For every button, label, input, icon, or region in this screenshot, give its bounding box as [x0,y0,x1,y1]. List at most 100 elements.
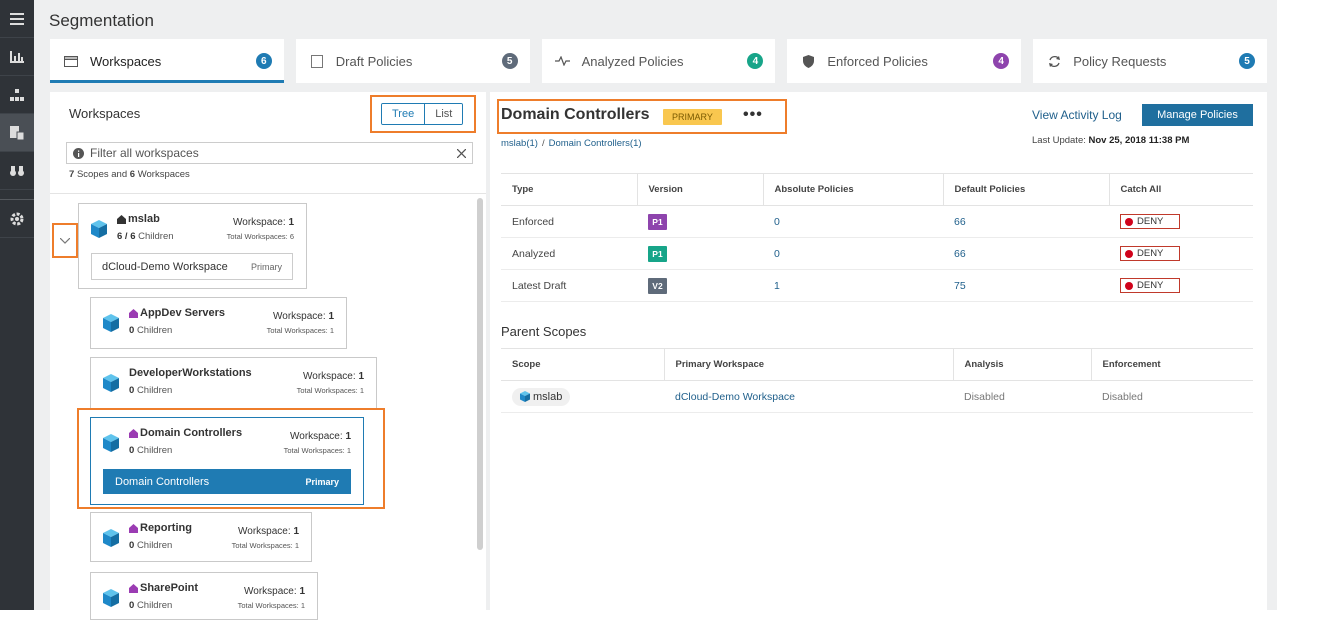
count-badge: 5 [501,53,518,69]
parent-scopes-table: Scope Primary Workspace Analysis Enforce… [501,348,1253,413]
version-cell: V2 [637,269,763,302]
breadcrumb: mslab(1) / Domain Controllers(1) [501,138,642,149]
home-icon [129,583,138,593]
table-row: Latest Draft V2 1 75 DENY [501,269,1253,302]
enforcement-cell: Disabled [1091,380,1253,413]
scope-card-developer-workstations[interactable]: DeveloperWorkstations 0 Children Workspa… [90,357,377,409]
count-badge: 4 [993,53,1010,69]
total-workspaces: Total Workspaces: 1 [231,541,299,550]
absolute-policies-link[interactable]: 1 [763,269,943,302]
scope-cell: mslab [501,380,664,413]
scope-counts: 7 Scopes and 6 Workspaces [69,169,190,180]
right-gutter [1277,0,1336,610]
scope-card-mslab[interactable]: mslab 6 / 6 Children Workspace: 1 Total … [78,203,307,289]
deny-badge: DENY [1120,214,1180,229]
children-count: 0 Children [129,600,173,611]
version-badge[interactable]: P1 [648,213,667,230]
cube-icon [103,529,119,552]
scope-card-appdev-servers[interactable]: AppDev Servers 0 Children Workspace: 1 T… [90,297,347,349]
workspace-count: Workspace: 1 [233,217,294,228]
manage-policies-button[interactable]: Manage Policies [1142,104,1253,126]
draft-icon [308,53,326,69]
absolute-policies-link[interactable]: 0 [763,205,943,238]
table-header: Scope Primary Workspace Analysis Enforce… [501,348,1253,381]
tab-workspaces[interactable]: Workspaces 6 [50,39,284,83]
filter-placeholder: Filter all workspaces [90,146,199,160]
column-header: Default Policies [942,173,1109,206]
column-header: Version [636,173,763,206]
workspace-count: Workspace: 1 [273,311,334,322]
count-badge: 5 [1238,53,1255,69]
default-policies-link[interactable]: 66 [943,237,1109,270]
left-nav [0,0,34,610]
app-area: Segmentation Workspaces 6 Draft Policies… [34,0,1277,620]
column-header: Catch All [1108,173,1253,206]
workspace-detail-panel: Domain Controllers PRIMARY ••• mslab(1) /… [490,92,1267,610]
cube-icon [520,391,530,402]
tab-label: Workspaces [90,53,162,69]
type-cell: Analyzed [501,237,637,270]
menu-icon[interactable] [0,0,34,38]
policy-icon[interactable] [0,114,34,152]
scrollbar[interactable] [477,198,483,550]
info-icon [73,147,84,159]
highlight-box [497,99,787,134]
workspace-count: Workspace: 1 [238,526,299,537]
close-icon[interactable] [457,148,466,158]
total-workspaces: Total Workspaces: 1 [237,601,305,610]
column-header: Scope [501,348,664,381]
analysis-cell: Disabled [953,380,1091,413]
total-workspaces: Total Workspaces: 6 [226,232,294,241]
workspace-count: Workspace: 1 [244,586,305,597]
tab-enforced-policies[interactable]: Enforced Policies 4 [787,39,1022,83]
default-policies-link[interactable]: 66 [943,205,1109,238]
default-policies-link[interactable]: 75 [943,269,1109,302]
catch-all-cell: DENY [1109,269,1253,302]
filter-input[interactable]: Filter all workspaces [66,142,473,164]
cube-icon [103,374,119,397]
breadcrumb-link[interactable]: mslab(1) [501,138,538,149]
home-icon [129,523,138,533]
home-icon [117,214,126,224]
children-count: 0 Children [129,540,173,551]
tab-analyzed-policies[interactable]: Analyzed Policies 4 [541,39,776,83]
table-row: Enforced P1 0 66 DENY [501,205,1253,238]
divider [50,193,486,194]
red-dot-icon [1125,217,1133,226]
highlight-box [77,408,385,509]
workspace-item[interactable]: dCloud-Demo Workspace Primary [91,253,293,280]
workspace-count: Workspace: 1 [303,371,364,382]
absolute-policies-link[interactable]: 0 [763,237,943,270]
tab-draft-policies[interactable]: Draft Policies 5 [295,39,530,83]
primary-workspace-link[interactable]: dCloud-Demo Workspace [664,380,953,413]
table-row: mslab dCloud-Demo Workspace Disabled Dis… [501,380,1253,413]
scope-name: mslab [117,213,160,225]
deny-badge: DENY [1120,278,1180,293]
red-dot-icon [1125,281,1133,290]
page-title: Segmentation [49,11,154,30]
home-icon [129,308,138,318]
version-cell: P1 [637,205,763,238]
type-cell: Enforced [501,205,637,238]
binoculars-icon[interactable] [0,152,34,190]
version-badge[interactable]: P1 [648,245,667,262]
topology-icon[interactable] [0,76,34,114]
workspaces-panel: Workspaces Tree List Filter all workspac… [50,92,486,620]
refresh-icon [1045,53,1063,69]
scope-card-sharepoint[interactable]: SharePoint 0 Children Workspace: 1 Total… [90,572,318,620]
version-cell: P1 [637,237,763,270]
version-badge[interactable]: V2 [648,277,667,294]
scope-card-reporting[interactable]: Reporting 0 Children Workspace: 1 Total … [90,512,312,562]
breadcrumb-link[interactable]: Domain Controllers(1) [549,138,642,149]
tab-policy-requests[interactable]: Policy Requests 5 [1033,39,1267,83]
scope-name: AppDev Servers [129,307,225,319]
bar-chart-icon[interactable] [0,38,34,76]
view-activity-log-link[interactable]: View Activity Log [1032,108,1122,122]
column-header: Type [501,173,637,206]
workspace-icon [62,53,80,69]
scope-chip[interactable]: mslab [512,387,571,406]
total-workspaces: Total Workspaces: 1 [296,386,364,395]
gear-icon[interactable] [0,200,34,238]
count-badge: 6 [255,53,272,69]
tab-label: Analyzed Policies [581,53,684,69]
